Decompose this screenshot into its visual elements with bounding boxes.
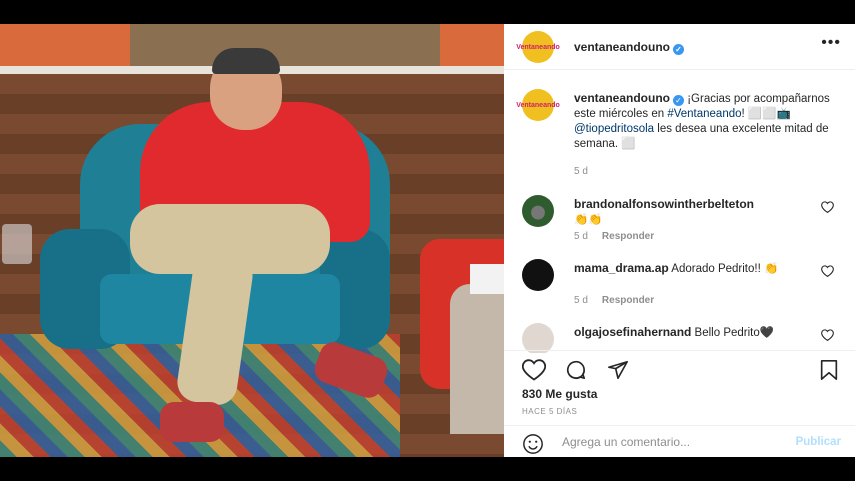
comment-bubble-icon[interactable] bbox=[564, 359, 588, 381]
caption-meta: 5 d bbox=[574, 164, 842, 179]
likes-count[interactable]: 830 Me gusta bbox=[522, 387, 597, 401]
username-text[interactable]: ventaneandouno bbox=[574, 40, 670, 54]
add-comment-bar: Publicar bbox=[504, 425, 855, 458]
caption-avatar[interactable]: Ventaneando bbox=[516, 89, 560, 121]
photo-glass bbox=[2, 224, 32, 264]
photo-other-person-legs bbox=[450, 284, 504, 434]
post-detail-panel: Ventaneando ventaneandouno ✓ ••• Ventanea… bbox=[504, 24, 855, 457]
more-options-icon[interactable]: ••• bbox=[821, 34, 841, 52]
photo-wall-panel bbox=[130, 24, 440, 66]
photo-wall bbox=[0, 24, 130, 66]
mention-link[interactable]: @tiopedritosola bbox=[574, 123, 654, 135]
reply-button[interactable]: Responder bbox=[602, 295, 654, 306]
reply-button[interactable]: Responder bbox=[602, 231, 654, 242]
verified-badge-icon: ✓ bbox=[673, 95, 685, 106]
publish-button[interactable]: Publicar bbox=[796, 436, 841, 448]
like-comment-heart-icon[interactable] bbox=[821, 265, 834, 277]
share-paper-plane-icon[interactable] bbox=[606, 359, 630, 381]
commenter-avatar[interactable] bbox=[522, 259, 554, 291]
post-photo[interactable] bbox=[0, 24, 504, 457]
save-bookmark-icon[interactable] bbox=[818, 359, 840, 381]
action-icons-bar bbox=[522, 359, 840, 383]
avatar-logo-text: Ventaneando bbox=[516, 43, 560, 51]
commenter-avatar[interactable] bbox=[522, 195, 554, 227]
caption-username[interactable]: ventaneandouno bbox=[574, 91, 670, 105]
comments-list[interactable]: Ventaneando ventaneandouno ✓ ¡Gracias por… bbox=[504, 71, 855, 353]
verified-badge-icon: ✓ bbox=[673, 44, 685, 55]
avatar-logo-text: Ventaneando bbox=[516, 101, 560, 109]
hashtag-link[interactable]: #Ventaneando bbox=[667, 108, 741, 120]
comment-meta: 5 d Responder bbox=[574, 295, 654, 306]
comment-username[interactable]: brandonalfonsowintherbelteton bbox=[574, 197, 754, 211]
comment-text: Adorado Pedrito!! 👏 bbox=[668, 263, 779, 275]
photo-man-shoe bbox=[160, 402, 224, 442]
comment-username[interactable]: mama_drama.ap bbox=[574, 261, 669, 275]
comment-text: Bello Pedrito🖤 bbox=[691, 327, 775, 339]
account-avatar[interactable]: Ventaneando bbox=[516, 31, 560, 63]
caption-text: ventaneandouno ✓ ¡Gracias por acompañarno… bbox=[574, 91, 842, 179]
comment-body: mama_drama.ap Adorado Pedrito!! 👏 bbox=[574, 261, 814, 277]
photo-man-hair bbox=[212, 48, 280, 74]
comment-username[interactable]: olgajosefinahernand bbox=[574, 325, 691, 339]
comment-time: 5 d bbox=[574, 295, 588, 306]
caption-text-part: ! ⬜⬜📺 bbox=[741, 108, 791, 120]
post-date: HACE 5 DÍAS bbox=[522, 407, 578, 416]
photo-paper bbox=[470, 264, 504, 294]
post-actions: 830 Me gusta HACE 5 DÍAS Publicar bbox=[504, 350, 855, 457]
comment-meta: 5 d Responder bbox=[574, 231, 654, 242]
like-comment-heart-icon[interactable] bbox=[821, 201, 834, 213]
comment-body: olgajosefinahernand Bello Pedrito🖤 bbox=[574, 325, 814, 341]
post-header: Ventaneando ventaneandouno ✓ ••• bbox=[504, 24, 855, 70]
comment-input[interactable] bbox=[562, 435, 762, 449]
comment-time: 5 d bbox=[574, 231, 588, 242]
caption-time: 5 d bbox=[574, 166, 588, 177]
account-username[interactable]: ventaneandouno ✓ bbox=[574, 40, 685, 55]
like-heart-icon[interactable] bbox=[522, 359, 546, 381]
like-comment-heart-icon[interactable] bbox=[821, 329, 834, 341]
commenter-avatar[interactable] bbox=[522, 323, 554, 353]
photo-wall bbox=[440, 24, 504, 66]
comment-text: 👏👏 bbox=[574, 214, 603, 226]
emoji-picker-icon[interactable] bbox=[522, 433, 544, 455]
comment-body: brandonalfonsowintherbelteton 👏👏 bbox=[574, 197, 814, 228]
